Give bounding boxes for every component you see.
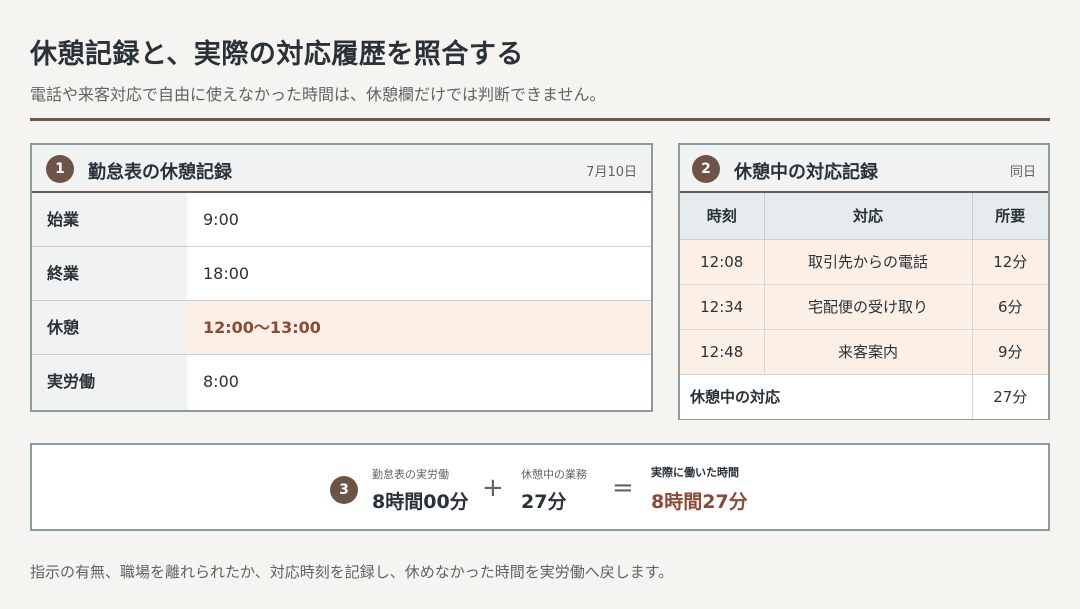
break-work-value: 27分 xyxy=(521,491,567,513)
attendance-row: 終業 18:00 xyxy=(32,247,651,301)
attendance-row-label: 終業 xyxy=(32,247,187,300)
attendance-row-value: 12:00〜13:00 xyxy=(187,301,651,354)
step-2-badge: 2 xyxy=(692,155,720,183)
table-row: 12:34 宅配便の受け取り 6分 xyxy=(680,284,1048,330)
attendance-row-label: 始業 xyxy=(32,193,187,246)
activity-task: 来客案内 xyxy=(764,329,973,375)
activity-panel-title: 休憩中の対応記録 xyxy=(734,162,878,183)
attendance-panel-title: 勤怠表の休憩記録 xyxy=(88,162,232,183)
header-divider xyxy=(30,118,1050,121)
actual-work-value: 8時間27分 xyxy=(651,491,748,513)
activity-total-value: 27分 xyxy=(972,374,1048,419)
step-1-badge: 1 xyxy=(46,155,74,183)
attendance-row: 始業 9:00 xyxy=(32,193,651,247)
attendance-row-label: 休憩 xyxy=(32,301,187,354)
actual-work-caption: 実際に働いた時間 xyxy=(651,466,739,479)
activity-panel-date: 同日 xyxy=(1009,165,1036,180)
activity-time: 12:08 xyxy=(680,239,765,285)
table-row: 12:48 来客案内 9分 xyxy=(680,329,1048,375)
column-header-task: 対応 xyxy=(764,193,973,240)
recorded-work-value: 8時間00分 xyxy=(372,491,469,513)
attendance-panel-header: 1 勤怠表の休憩記録 7月10日 xyxy=(32,145,651,193)
activity-table-header: 時刻 対応 所要 xyxy=(680,193,1048,240)
attendance-row-value: 18:00 xyxy=(203,264,250,283)
plus-sign: + xyxy=(482,473,504,503)
attendance-row-value: 9:00 xyxy=(203,210,239,229)
column-header-time: 時刻 xyxy=(680,193,765,240)
attendance-break-panel: 1 勤怠表の休憩記録 7月10日 始業 9:00 終業 18:00 休憩 12:… xyxy=(30,143,653,412)
step-3-badge: 3 xyxy=(330,476,358,504)
footer-note: 指示の有無、職場を離れられたか、対応時刻を記録し、休めなかった時間を実労働へ戻し… xyxy=(30,563,674,581)
activity-duration: 9分 xyxy=(972,329,1048,375)
calculation-summary: 3 勤怠表の実労働 8時間00分 + 休憩中の業務 27分 = 実際に働いた時間… xyxy=(30,443,1050,531)
activity-duration: 12分 xyxy=(972,239,1048,285)
recorded-work-caption: 勤怠表の実労働 xyxy=(372,468,449,481)
attendance-panel-date: 7月10日 xyxy=(586,165,637,180)
page-title: 休憩記録と、実際の対応履歴を照合する xyxy=(30,39,524,70)
activity-time: 12:34 xyxy=(680,284,765,330)
activity-table: 時刻 対応 所要 12:08 取引先からの電話 12分 12:34 宅配便の受け… xyxy=(680,193,1048,419)
activity-duration: 6分 xyxy=(972,284,1048,330)
break-activity-panel: 2 休憩中の対応記録 同日 時刻 対応 所要 12:08 取引先からの電話 12… xyxy=(678,143,1050,420)
activity-task: 取引先からの電話 xyxy=(764,239,973,285)
equals-sign: = xyxy=(612,473,634,503)
break-work-caption: 休憩中の業務 xyxy=(521,468,587,481)
activity-total-label: 休憩中の対応 xyxy=(680,374,973,419)
column-header-duration: 所要 xyxy=(972,193,1048,240)
activity-panel-header: 2 休憩中の対応記録 同日 xyxy=(680,145,1048,193)
table-row: 12:08 取引先からの電話 12分 xyxy=(680,239,1048,285)
attendance-row: 実労働 8:00 xyxy=(32,355,651,410)
activity-task: 宅配便の受け取り xyxy=(764,284,973,330)
attendance-row-value: 8:00 xyxy=(203,372,239,391)
attendance-row-break: 休憩 12:00〜13:00 xyxy=(32,301,651,355)
activity-total-row: 休憩中の対応 27分 xyxy=(680,374,1048,419)
page-subtitle: 電話や来客対応で自由に使えなかった時間は、休憩欄だけでは判断できません。 xyxy=(30,85,606,104)
attendance-row-label: 実労働 xyxy=(32,355,187,410)
activity-time: 12:48 xyxy=(680,329,765,375)
